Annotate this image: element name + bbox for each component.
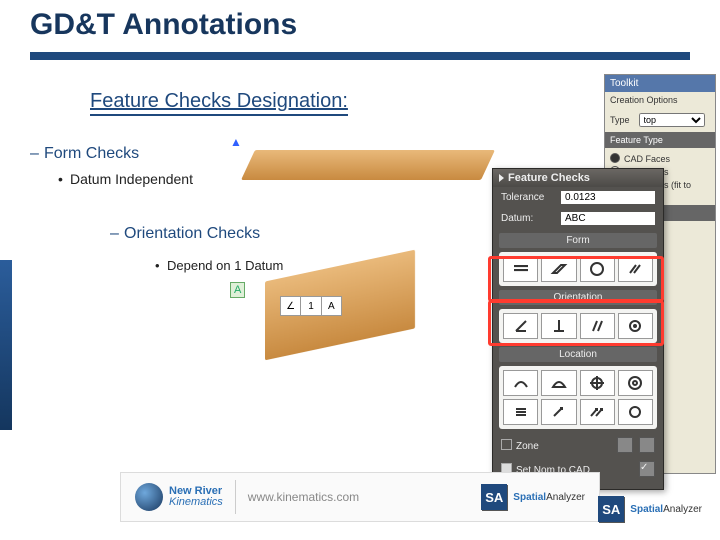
nrk-globe-icon bbox=[135, 483, 163, 511]
concentricity-icon[interactable] bbox=[618, 370, 653, 396]
angled-surface-illustration: A bbox=[225, 260, 445, 400]
orientation-extra-icon[interactable] bbox=[618, 313, 653, 339]
zone-checkbox[interactable]: Zone bbox=[501, 439, 539, 452]
flatness-icon[interactable] bbox=[503, 256, 538, 282]
type-dropdown[interactable]: top bbox=[639, 113, 705, 127]
total-runout-icon[interactable] bbox=[580, 399, 615, 425]
footer-url: www.kinematics.com bbox=[248, 490, 359, 504]
spatial-analyzer-logo-footer: SA SpatialAnalyzer bbox=[481, 484, 585, 510]
panel-small-button-2[interactable] bbox=[639, 437, 655, 453]
datum-input[interactable]: ABC bbox=[561, 212, 655, 225]
location-extra-icon[interactable] bbox=[618, 399, 653, 425]
circularity-icon[interactable] bbox=[580, 256, 615, 282]
tolerance-label: Tolerance bbox=[501, 192, 555, 203]
bullet-orientation-checks: –Orientation Checks bbox=[110, 225, 260, 243]
angularity-icon[interactable] bbox=[503, 313, 538, 339]
straightness-icon[interactable] bbox=[541, 256, 576, 282]
bullet-form-sub: •Datum Independent bbox=[58, 171, 193, 187]
form-symbols bbox=[499, 252, 657, 286]
gdt-feature-frame: ∠ 1 A bbox=[280, 296, 342, 316]
left-decorative-edge bbox=[0, 260, 12, 430]
cylindricity-icon[interactable] bbox=[618, 256, 653, 282]
orientation-section-label: Orientation bbox=[499, 290, 657, 305]
spatial-analyzer-logo-corner: SA SpatialAnalyzer bbox=[598, 496, 702, 522]
location-symbols bbox=[499, 366, 657, 429]
profile-line-icon[interactable] bbox=[541, 370, 576, 396]
title-underline bbox=[30, 52, 690, 60]
orientation-symbols bbox=[499, 309, 657, 343]
location-section-label: Location bbox=[499, 347, 657, 362]
slide-title: GD&T Annotations bbox=[30, 8, 297, 42]
form-section-label: Form bbox=[499, 233, 657, 248]
type-label: Type bbox=[610, 115, 630, 125]
feature-type-header: Feature Type bbox=[605, 132, 715, 148]
symmetry-icon[interactable] bbox=[503, 399, 538, 425]
parallelism-icon[interactable] bbox=[580, 313, 615, 339]
footer-bar: New RiverKinematics www.kinematics.com S… bbox=[120, 472, 600, 522]
new-river-kinematics-logo: New RiverKinematics bbox=[135, 483, 223, 511]
datum-a-box: A bbox=[230, 282, 245, 298]
feature-checks-panel: Feature Checks Tolerance 0.0123 Datum: A… bbox=[492, 168, 664, 490]
creation-options-label: Creation Options bbox=[605, 92, 715, 108]
tolerance-input[interactable]: 0.0123 bbox=[561, 191, 655, 204]
bullet-form-checks: –Form Checks •Datum Independent bbox=[30, 145, 193, 187]
flat-surface-illustration: ▲ bbox=[230, 135, 500, 195]
sa-logo-icon: SA bbox=[481, 484, 507, 510]
datum-label: Datum: bbox=[501, 213, 555, 224]
subheading: Feature Checks Designation: bbox=[90, 90, 348, 116]
runout-icon[interactable] bbox=[541, 399, 576, 425]
perpendicularity-icon[interactable] bbox=[541, 313, 576, 339]
panel-small-button-1[interactable] bbox=[617, 437, 633, 453]
bullet-form-label: Form Checks bbox=[44, 145, 139, 162]
panel-confirm-button[interactable]: ✓ bbox=[639, 461, 655, 477]
feature-checks-titlebar[interactable]: Feature Checks bbox=[493, 169, 663, 187]
expand-icon bbox=[499, 174, 504, 182]
bullet-orientation-label: Orientation Checks bbox=[124, 225, 260, 242]
profile-surface-icon[interactable] bbox=[503, 370, 538, 396]
footer-divider bbox=[235, 480, 236, 514]
sa-logo-icon-corner: SA bbox=[598, 496, 624, 522]
radio-cad-faces[interactable]: CAD Faces bbox=[610, 153, 710, 164]
position-icon[interactable] bbox=[580, 370, 615, 396]
toolkit-header: Toolkit bbox=[605, 75, 715, 92]
